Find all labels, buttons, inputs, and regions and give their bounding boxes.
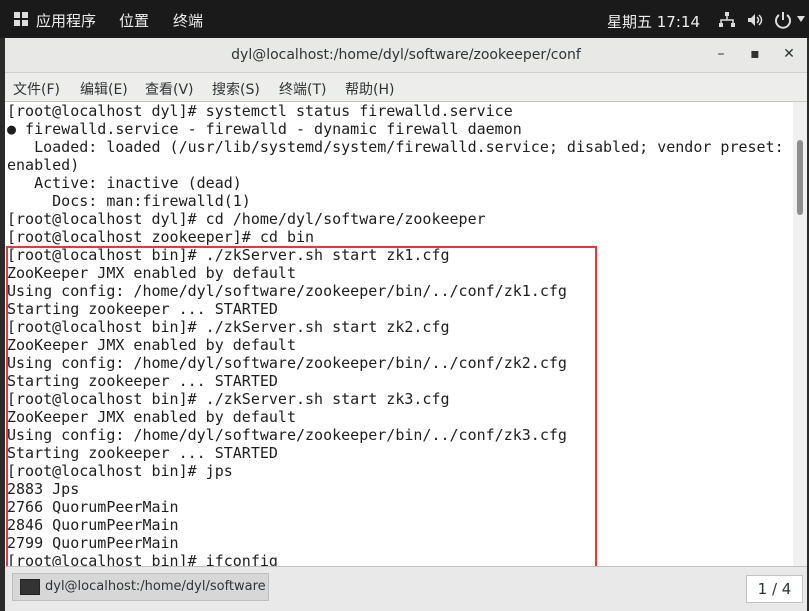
terminal-line: Active: inactive (dead): [7, 174, 242, 192]
workspace-pager[interactable]: 1 / 4: [746, 575, 803, 603]
terminal-line: [root@localhost dyl]# cd /home/dyl/softw…: [7, 210, 486, 228]
close-button[interactable]: ✕: [781, 46, 797, 62]
maximize-button[interactable]: ▪: [747, 46, 763, 62]
terminal-icon: [20, 579, 40, 595]
taskbar-item-label: dyl@localhost:/home/dyl/software/…: [45, 579, 265, 594]
window-title: dyl@localhost:/home/dyl/software/zookeep…: [231, 47, 581, 63]
menu-terminal[interactable]: 终端(T): [279, 79, 326, 99]
menu-search[interactable]: 搜索(S): [212, 79, 260, 99]
titlebar[interactable]: dyl@localhost:/home/dyl/software/zookeep…: [5, 38, 807, 73]
terminal-window: dyl@localhost:/home/dyl/software/zookeep…: [5, 38, 807, 611]
scrollbar[interactable]: [793, 102, 807, 566]
chevron-down-icon[interactable]: [797, 16, 805, 22]
terminal-line: Loaded: loaded (/usr/lib/systemd/system/…: [7, 138, 784, 156]
taskbar-terminal-item[interactable]: dyl@localhost:/home/dyl/software/…: [12, 573, 269, 601]
top-panel: 应用程序 位置 终端 星期五 17:14: [0, 0, 809, 38]
applications-menu[interactable]: 应用程序: [36, 10, 96, 31]
highlight-annotation-box: [6, 246, 597, 566]
volume-icon[interactable]: [746, 11, 764, 29]
places-menu[interactable]: 位置: [119, 10, 149, 31]
terminal-line: [root@localhost zookeeper]# cd bin: [7, 228, 315, 246]
power-icon[interactable]: [774, 11, 792, 29]
menu-help[interactable]: 帮助(H): [345, 79, 394, 99]
minimize-button[interactable]: –: [713, 46, 729, 62]
menubar: 文件(F) 编辑(E) 查看(V) 搜索(S) 终端(T) 帮助(H): [5, 73, 807, 102]
terminal-line: Docs: man:firewalld(1): [7, 192, 251, 210]
applications-icon[interactable]: [14, 12, 28, 26]
scrollbar-thumb[interactable]: [797, 140, 803, 215]
terminal-app-menu[interactable]: 终端: [173, 10, 203, 31]
terminal-output[interactable]: [root@localhost dyl]# systemctl status f…: [5, 102, 793, 566]
menu-view[interactable]: 查看(V): [145, 79, 194, 99]
terminal-line: enabled): [7, 156, 80, 174]
taskbar: dyl@localhost:/home/dyl/software/… 1 / 4: [5, 566, 807, 611]
terminal-line: [root@localhost dyl]# systemctl status f…: [7, 102, 513, 120]
network-icon[interactable]: [718, 11, 736, 29]
menu-edit[interactable]: 编辑(E): [80, 79, 128, 99]
menu-file[interactable]: 文件(F): [13, 79, 60, 99]
clock[interactable]: 星期五 17:14: [607, 11, 700, 32]
terminal-line: ● firewalld.service - firewalld - dynami…: [7, 120, 522, 138]
